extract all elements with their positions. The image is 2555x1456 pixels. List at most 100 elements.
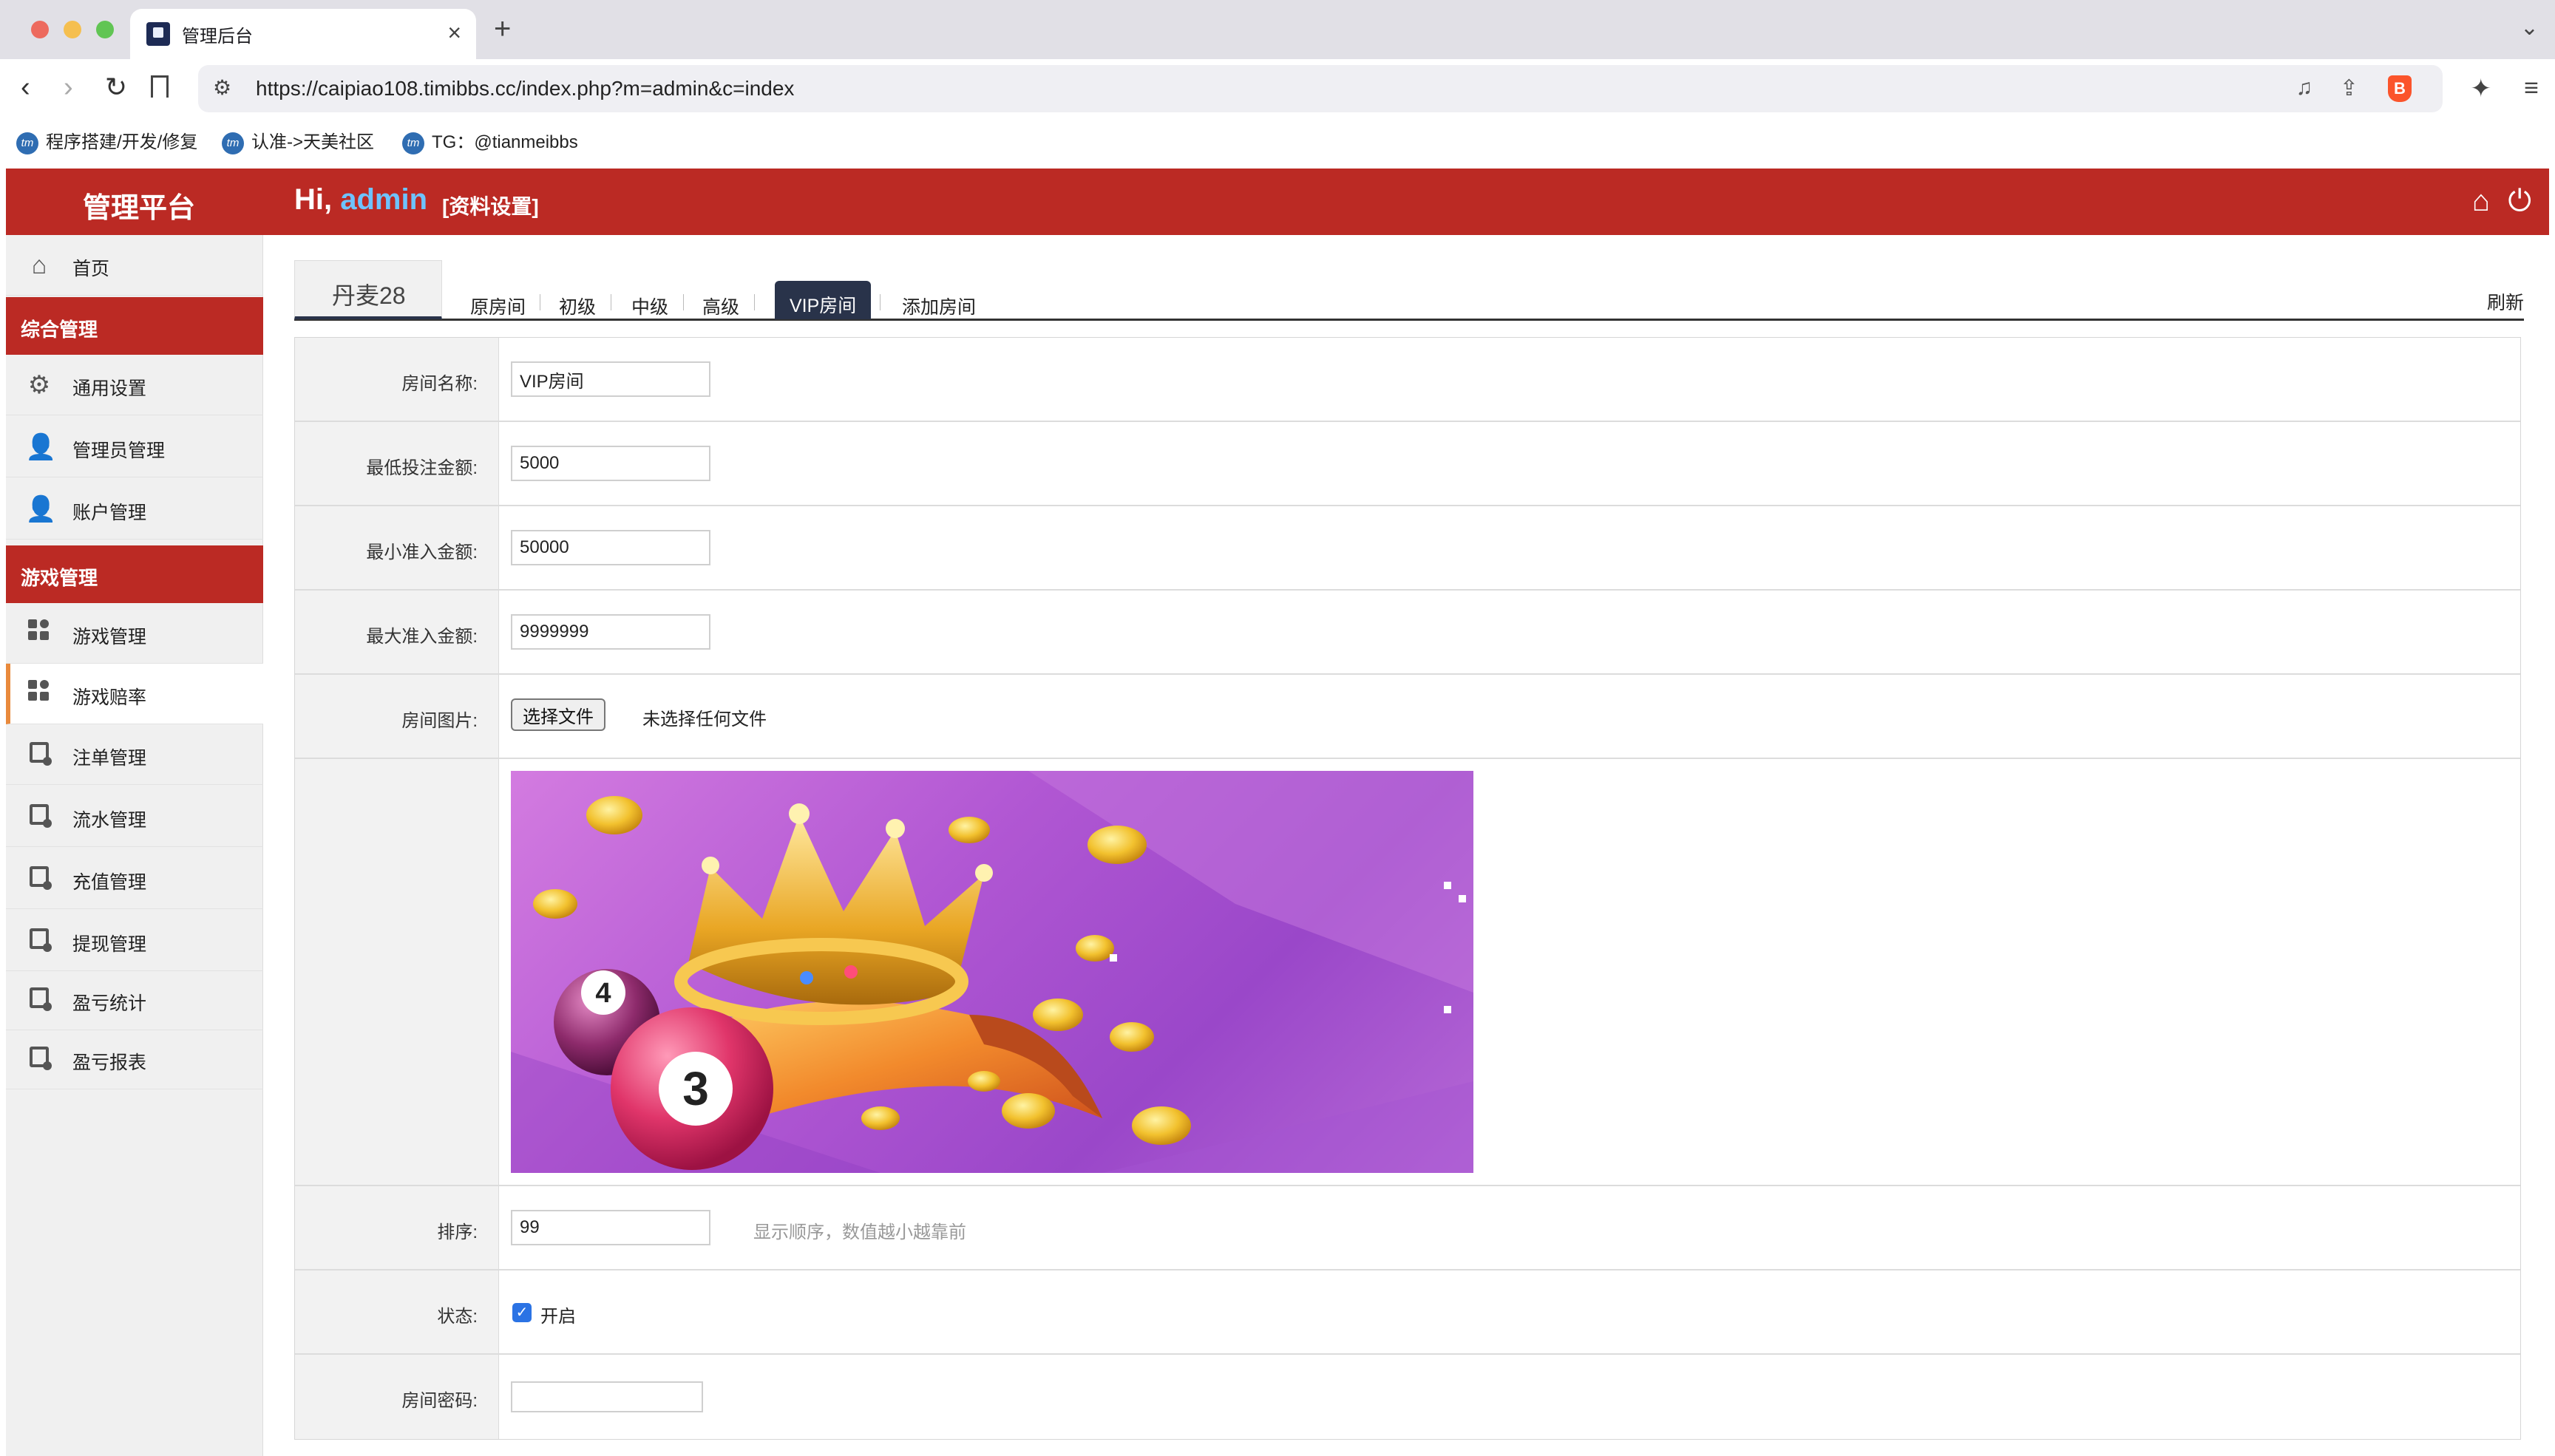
bookmark-favicon-icon: tm [402, 132, 424, 154]
site-favicon-icon [146, 22, 170, 46]
form-row-room-name: 房间名称: [295, 338, 2520, 422]
min-entry-input[interactable] [511, 530, 710, 565]
sidebar-item-game-management[interactable]: 游戏管理 [6, 603, 263, 664]
sidebar: ⌂ 首页 综合管理 ⚙ 通用设置 👤 管理员管理 👤 账户管理 游戏管理 游戏管… [6, 235, 263, 1456]
form-row-min-entry: 最小准入金额: [295, 506, 2520, 591]
sidebar-item-admin-management[interactable]: 👤 管理员管理 [6, 417, 263, 477]
browser-tab-title: 管理后台 [182, 27, 253, 47]
room-password-input[interactable] [511, 1381, 703, 1412]
media-icon[interactable]: ♫ [2296, 75, 2313, 101]
sidebar-item-label: 首页 [72, 259, 110, 279]
username: admin [340, 183, 428, 216]
room-name-input[interactable] [511, 361, 710, 397]
brave-shield-icon[interactable]: B [2388, 75, 2412, 102]
sidebar-item-label: 游戏赔率 [72, 687, 147, 708]
sidebar-item-label: 提现管理 [72, 934, 147, 955]
tab-beginner[interactable]: 初级 [559, 293, 596, 319]
file-status: 未选择任何文件 [642, 710, 767, 729]
tab-original-room[interactable]: 原房间 [470, 293, 526, 319]
bookmark-item[interactable]: tm TG：@tianmeibbs [402, 127, 578, 154]
form-icon [25, 741, 53, 769]
form-icon [25, 865, 53, 893]
sidebar-item-label: 管理员管理 [72, 440, 166, 461]
form-icon [25, 986, 53, 1014]
sidebar-item-label: 账户管理 [72, 503, 147, 523]
vip-crown-illustration: 4 3 [511, 771, 1473, 1173]
home-icon[interactable]: ⌂ [2472, 185, 2490, 218]
room-password-label: 房间密码: [401, 1391, 478, 1411]
sidebar-item-general-settings[interactable]: ⚙ 通用设置 [6, 355, 263, 415]
close-tab-icon[interactable]: × [447, 19, 461, 46]
window-maximize-button[interactable] [96, 21, 114, 38]
app-header: 管理平台 Hi, admin [资料设置] ⌂ ⏻ [6, 169, 2549, 235]
refresh-link[interactable]: 刷新 [2487, 288, 2524, 315]
power-icon[interactable]: ⏻ [2508, 185, 2531, 218]
menu-icon[interactable]: ≡ [2524, 74, 2539, 103]
grid-icon [25, 680, 53, 708]
reload-icon[interactable]: ↻ [105, 71, 127, 103]
game-tab[interactable]: 丹麦28 [294, 260, 442, 319]
profile-settings-link[interactable]: [资料设置] [442, 191, 539, 220]
tab-add-room[interactable]: 添加房间 [902, 293, 976, 319]
ball-number-3: 3 [682, 1062, 709, 1115]
form-row-room-image: 房间图片: 选择文件 未选择任何文件 [295, 675, 2520, 759]
min-bet-label: 最低投注金额: [366, 458, 478, 478]
room-form: 房间名称: 最低投注金额: 最小准入金额: 最大准入金额: 房间图片: 选择文件… [294, 337, 2521, 1440]
sidebar-item-label: 盈亏报表 [72, 1052, 147, 1073]
form-icon [25, 1045, 53, 1073]
back-icon[interactable]: ‹ [21, 71, 30, 103]
browser-tab-strip: 管理后台 × + ⌄ [0, 0, 2555, 59]
sidebar-item-withdraw-management[interactable]: 提现管理 [6, 911, 263, 971]
tab-intermediate[interactable]: 中级 [631, 293, 668, 319]
sidebar-item-recharge-management[interactable]: 充值管理 [6, 848, 263, 909]
share-icon[interactable]: ⇪ [2340, 75, 2358, 101]
bookmarks-bar: tm 程序搭建/开发/修复 tm 认准->天美社区 tm TG：@tianmeibbs [0, 118, 2555, 161]
status-enabled-label[interactable]: 开启 [540, 1302, 576, 1327]
window-minimize-button[interactable] [64, 21, 81, 38]
room-tabs-bar: 丹麦28 原房间 初级 中级 高级 VIP房间 添加房间 刷新 [294, 260, 2524, 321]
url-text[interactable]: https://caipiao108.timibbs.cc/index.php?… [256, 77, 794, 101]
form-row-max-entry: 最大准入金额: [295, 591, 2520, 675]
sidebar-item-bet-management[interactable]: 注单管理 [6, 724, 263, 785]
form-row-status: 状态: ✓ 开启 [295, 1270, 2520, 1355]
bookmark-item[interactable]: tm 认准->天美社区 [222, 127, 374, 154]
sidebar-item-profit-report[interactable]: 盈亏报表 [6, 1029, 263, 1089]
bookmark-item[interactable]: tm 程序搭建/开发/修复 [16, 127, 197, 154]
app-title: 管理平台 [83, 193, 196, 224]
address-bar[interactable]: ⚙ https://caipiao108.timibbs.cc/index.ph… [198, 65, 2443, 112]
forward-icon[interactable]: › [64, 71, 73, 103]
bookmark-icon[interactable] [151, 75, 169, 98]
chevron-down-icon[interactable]: ⌄ [2520, 15, 2539, 41]
browser-tab[interactable]: 管理后台 × [130, 9, 476, 59]
gear-icon: ⚙ [27, 371, 51, 399]
form-icon [25, 803, 53, 831]
status-enabled-checkbox[interactable]: ✓ [512, 1303, 532, 1322]
bookmark-favicon-icon: tm [222, 132, 244, 154]
browser-toolbar: ‹ › ↻ ⚙ https://caipiao108.timibbs.cc/in… [0, 59, 2555, 118]
sort-hint: 显示顺序，数值越小越靠前 [753, 1222, 966, 1242]
window-close-button[interactable] [31, 21, 49, 38]
sort-input[interactable] [511, 1210, 710, 1245]
sidebar-item-home[interactable]: ⌂ 首页 [6, 235, 263, 296]
sidebar-item-label: 盈亏统计 [72, 993, 147, 1014]
sidebar-item-flow-management[interactable]: 流水管理 [6, 786, 263, 847]
new-tab-icon[interactable]: + [494, 13, 511, 44]
sidebar-item-label: 注单管理 [72, 748, 147, 769]
max-entry-input[interactable] [511, 614, 710, 650]
site-settings-icon[interactable]: ⚙ [213, 75, 231, 100]
form-icon [25, 927, 53, 955]
sidebar-item-profit-stats[interactable]: 盈亏统计 [6, 970, 263, 1030]
home-icon: ⌂ [31, 251, 47, 279]
sidebar-item-game-odds[interactable]: 游戏赔率 [6, 664, 263, 724]
form-row-sort: 排序: 显示顺序，数值越小越靠前 [295, 1186, 2520, 1270]
sidebar-item-account-management[interactable]: 👤 账户管理 [6, 479, 263, 540]
ai-assistant-icon[interactable]: ✦ [2471, 74, 2492, 103]
room-image-label: 房间图片: [401, 711, 478, 731]
tab-separator [754, 294, 755, 310]
min-bet-input[interactable] [511, 446, 710, 481]
tab-advanced[interactable]: 高级 [702, 293, 739, 319]
choose-file-button[interactable]: 选择文件 [511, 698, 605, 731]
tab-vip-room[interactable]: VIP房间 [775, 281, 872, 319]
grid-icon [25, 619, 53, 647]
greeting: Hi, admin [294, 183, 428, 216]
